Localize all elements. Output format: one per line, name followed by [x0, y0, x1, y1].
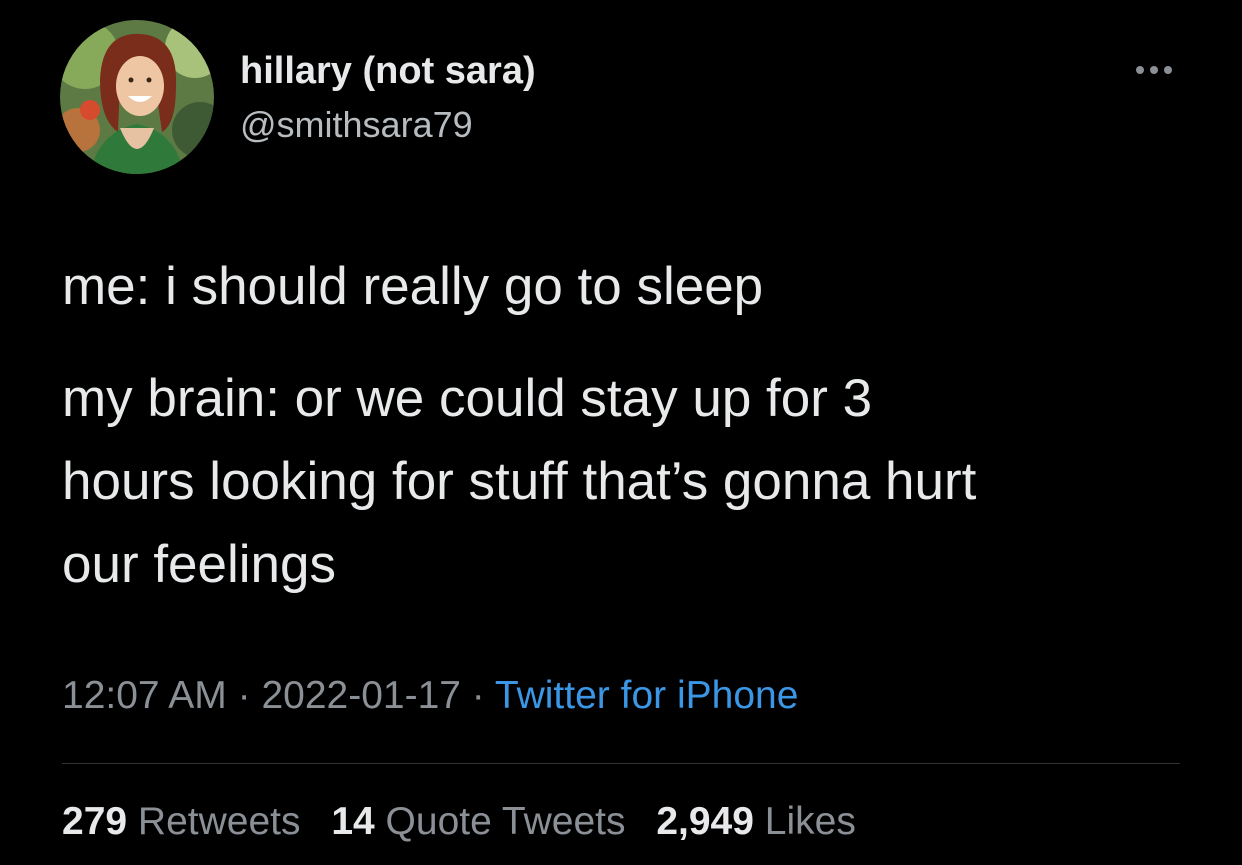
quote-tweets-stat[interactable]: 14 Quote Tweets — [331, 800, 625, 843]
tweet-source-link[interactable]: Twitter for iPhone — [495, 674, 798, 717]
meta-separator: · — [226, 674, 262, 717]
likes-count: 2,949 — [656, 800, 754, 843]
likes-stat[interactable]: 2,949 Likes — [656, 800, 856, 843]
engagement-stats: 279 Retweets 14 Quote Tweets 2,949 Likes — [62, 800, 876, 844]
avatar[interactable] — [60, 20, 214, 174]
retweets-label: Retweets — [127, 800, 301, 843]
more-options-button[interactable] — [1128, 56, 1180, 82]
user-handle[interactable]: @smithsara79 — [240, 104, 473, 146]
more-horizontal-icon — [1136, 66, 1172, 74]
divider — [62, 763, 1180, 764]
tweet-text: me: i should really go to sleep my brain… — [62, 245, 1202, 606]
tweet-metadata: 12:07 AM · 2022-01-17 · Twitter for iPho… — [62, 674, 798, 718]
quote-tweets-count: 14 — [331, 800, 375, 843]
quote-tweets-label: Quote Tweets — [374, 800, 626, 843]
tweet-paragraph: my brain: or we could stay up for 3 hour… — [62, 369, 977, 594]
avatar-photo — [60, 20, 214, 174]
tweet-paragraph: me: i should really go to sleep — [62, 257, 764, 316]
tweet-time[interactable]: 12:07 AM — [62, 674, 227, 717]
tweet-date[interactable]: 2022-01-17 — [261, 674, 461, 717]
tweet-card: hillary (not sara) @smithsara79 me: i sh… — [0, 0, 1242, 865]
meta-separator: · — [460, 674, 495, 717]
display-name[interactable]: hillary (not sara) — [240, 50, 536, 93]
likes-label: Likes — [753, 800, 856, 843]
retweets-count: 279 — [62, 800, 128, 843]
retweets-stat[interactable]: 279 Retweets — [62, 800, 300, 843]
